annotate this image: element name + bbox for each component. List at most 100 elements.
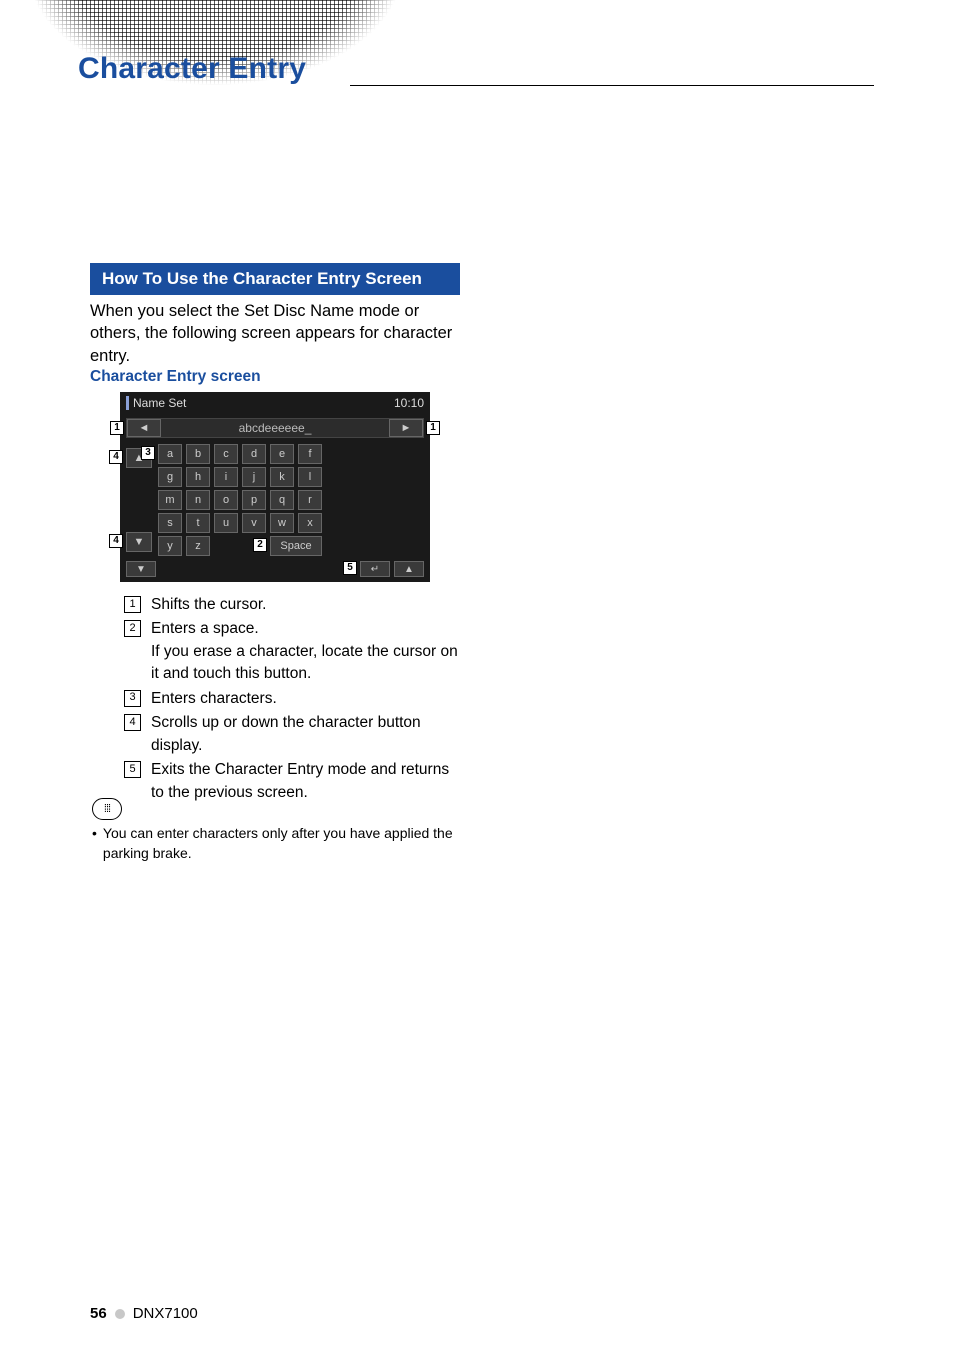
list-number: 3: [124, 690, 141, 707]
list-item: 2 Enters a space. If you erase a charact…: [124, 618, 464, 685]
note-icon: ⁞⁞⁞: [92, 798, 122, 820]
key-label: q: [279, 494, 285, 506]
key-j[interactable]: j: [242, 467, 266, 487]
footer-right-end-button[interactable]: ▲: [394, 561, 424, 577]
key-label: g: [167, 471, 173, 483]
key-t[interactable]: t: [186, 513, 210, 533]
key-label: b: [195, 448, 201, 460]
key-v[interactable]: v: [242, 513, 266, 533]
list-text: Scrolls up or down the character button …: [151, 712, 464, 757]
keyboard-area: 4 ▲ 4 ▼ 3 a b c d e f g: [120, 440, 430, 558]
key-label: x: [307, 517, 313, 529]
key-label: e: [279, 448, 285, 460]
key-label: f: [308, 448, 311, 460]
key-label: y: [167, 540, 173, 552]
page-footer: 56 DNX7100: [90, 1305, 198, 1322]
cursor-left-button[interactable]: 1 ◄: [127, 419, 161, 437]
device-header: Name Set 10:10: [120, 392, 430, 414]
intro-paragraph: When you select the Set Disc Name mode o…: [90, 300, 465, 367]
key-s[interactable]: s: [158, 513, 182, 533]
list-item: 3 Enters characters.: [124, 688, 464, 710]
list-text: Shifts the cursor.: [151, 594, 464, 616]
key-space[interactable]: 2 Space: [270, 536, 322, 556]
page-title: Character Entry: [78, 52, 306, 86]
key-m[interactable]: m: [158, 490, 182, 510]
key-label: h: [195, 471, 201, 483]
up-caret-icon: ▲: [404, 564, 414, 575]
left-arrow-icon: ◄: [139, 422, 150, 434]
callout-2: 2: [253, 538, 267, 552]
footer-model: DNX7100: [133, 1305, 198, 1322]
footer-left-button[interactable]: ▼: [126, 561, 156, 577]
device-footer: ▼ 5 ↵ ▲: [126, 560, 424, 578]
key-label: i: [225, 471, 227, 483]
device-header-title: Name Set: [126, 396, 186, 411]
key-d[interactable]: d: [242, 444, 266, 464]
key-p[interactable]: p: [242, 490, 266, 510]
key-label: d: [251, 448, 257, 460]
key-grid: 3 a b c d e f g h i j k l m n o p q: [158, 444, 322, 556]
key-u[interactable]: u: [214, 513, 238, 533]
key-label: p: [251, 494, 257, 506]
key-o[interactable]: o: [214, 490, 238, 510]
section-heading: How To Use the Character Entry Screen: [90, 263, 460, 295]
key-q[interactable]: q: [270, 490, 294, 510]
list-item: 5 Exits the Character Entry mode and ret…: [124, 759, 464, 804]
callout-4-down: 4: [109, 534, 123, 548]
key-label: r: [308, 494, 312, 506]
callout-5: 5: [343, 561, 357, 575]
device-screenshot: Name Set 10:10 1 ◄ abcdeeeeee_ ► 1 4 ▲ 4: [120, 392, 430, 582]
key-r[interactable]: r: [298, 490, 322, 510]
key-label: k: [279, 471, 285, 483]
list-text: Exits the Character Entry mode and retur…: [151, 759, 464, 804]
key-label: s: [167, 517, 173, 529]
key-n[interactable]: n: [186, 490, 210, 510]
key-b[interactable]: b: [186, 444, 210, 464]
key-y[interactable]: y: [158, 536, 182, 556]
key-label: v: [251, 517, 257, 529]
down-arrow-icon: ▼: [134, 536, 145, 548]
page-number: 56: [90, 1305, 107, 1322]
key-c[interactable]: c: [214, 444, 238, 464]
key-label: o: [223, 494, 229, 506]
key-k[interactable]: k: [270, 467, 294, 487]
list-item: 1 Shifts the cursor.: [124, 594, 464, 616]
key-label: z: [195, 540, 201, 552]
return-icon: ↵: [371, 564, 379, 575]
list-text: Enters characters.: [151, 688, 464, 710]
key-label: c: [223, 448, 229, 460]
callout-list: 1 Shifts the cursor. 2 Enters a space. I…: [124, 594, 464, 806]
key-z[interactable]: z: [186, 536, 210, 556]
note-text: You can enter characters only after you …: [103, 824, 467, 863]
cursor-right-button[interactable]: ► 1: [389, 419, 423, 437]
list-number: 4: [124, 714, 141, 731]
down-caret-icon: ▼: [136, 564, 146, 575]
key-label: a: [167, 448, 173, 460]
key-h[interactable]: h: [186, 467, 210, 487]
note-bullet-row: • You can enter characters only after yo…: [92, 824, 467, 863]
right-arrow-icon: ►: [401, 422, 412, 434]
subheading: Character Entry screen: [90, 368, 261, 386]
key-label: j: [253, 471, 255, 483]
return-button[interactable]: 5 ↵: [360, 561, 390, 577]
list-text: Enters a space. If you erase a character…: [151, 618, 464, 685]
scroll-column: 4 ▲ 4 ▼: [126, 444, 152, 556]
key-label: u: [223, 517, 229, 529]
key-e[interactable]: e: [270, 444, 294, 464]
key-i[interactable]: i: [214, 467, 238, 487]
key-l[interactable]: l: [298, 467, 322, 487]
key-label: n: [195, 494, 201, 506]
key-f[interactable]: f: [298, 444, 322, 464]
note-body: • You can enter characters only after yo…: [92, 824, 467, 863]
key-a[interactable]: 3 a: [158, 444, 182, 464]
key-label: l: [309, 471, 311, 483]
key-x[interactable]: x: [298, 513, 322, 533]
key-label: m: [165, 494, 174, 506]
title-rule: [350, 85, 874, 86]
callout-4-up: 4: [109, 450, 123, 464]
scroll-down-button[interactable]: 4 ▼: [126, 532, 152, 552]
key-label: Space: [280, 540, 311, 552]
key-g[interactable]: g: [158, 467, 182, 487]
key-w[interactable]: w: [270, 513, 294, 533]
device-clock: 10:10: [394, 396, 424, 410]
